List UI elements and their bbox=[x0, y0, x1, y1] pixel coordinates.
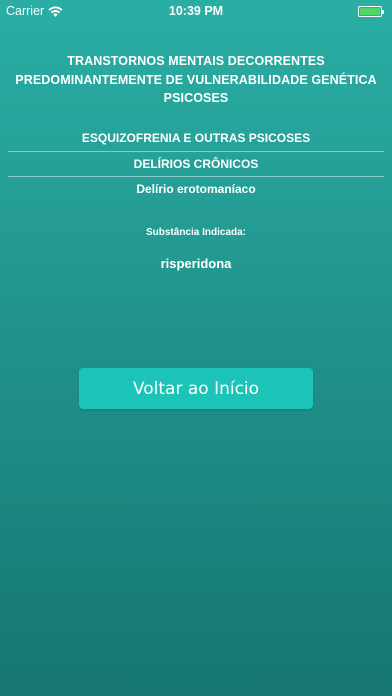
classification-path: ESQUIZOFRENIA E OUTRAS PSICOSES DELÍRIOS… bbox=[8, 126, 384, 203]
page-title: TRANSTORNOS MENTAIS DECORRENTES PREDOMIN… bbox=[0, 52, 392, 108]
path-item-category: ESQUIZOFRENIA E OUTRAS PSICOSES bbox=[8, 126, 384, 152]
title-line: TRANSTORNOS MENTAIS DECORRENTES bbox=[67, 54, 325, 68]
status-bar: Carrier 10:39 PM bbox=[0, 0, 392, 22]
battery-fill bbox=[360, 8, 380, 15]
back-to-start-button[interactable]: Voltar ao Início bbox=[79, 368, 313, 409]
battery-tip bbox=[382, 10, 384, 14]
substance-value: risperidona bbox=[160, 256, 232, 271]
title-line: PREDOMINANTEMENTE DE VULNERABILIDADE GEN… bbox=[15, 72, 377, 87]
battery-icon bbox=[358, 6, 384, 17]
substance-label: Substância Indicada: bbox=[145, 227, 247, 238]
status-time: 10:39 PM bbox=[168, 4, 224, 18]
path-item-subcategory: DELÍRIOS CRÔNICOS bbox=[8, 152, 384, 177]
path-item-condition: Delírio erotomaníaco bbox=[136, 182, 256, 196]
title-line: PSICOSES bbox=[163, 91, 229, 105]
